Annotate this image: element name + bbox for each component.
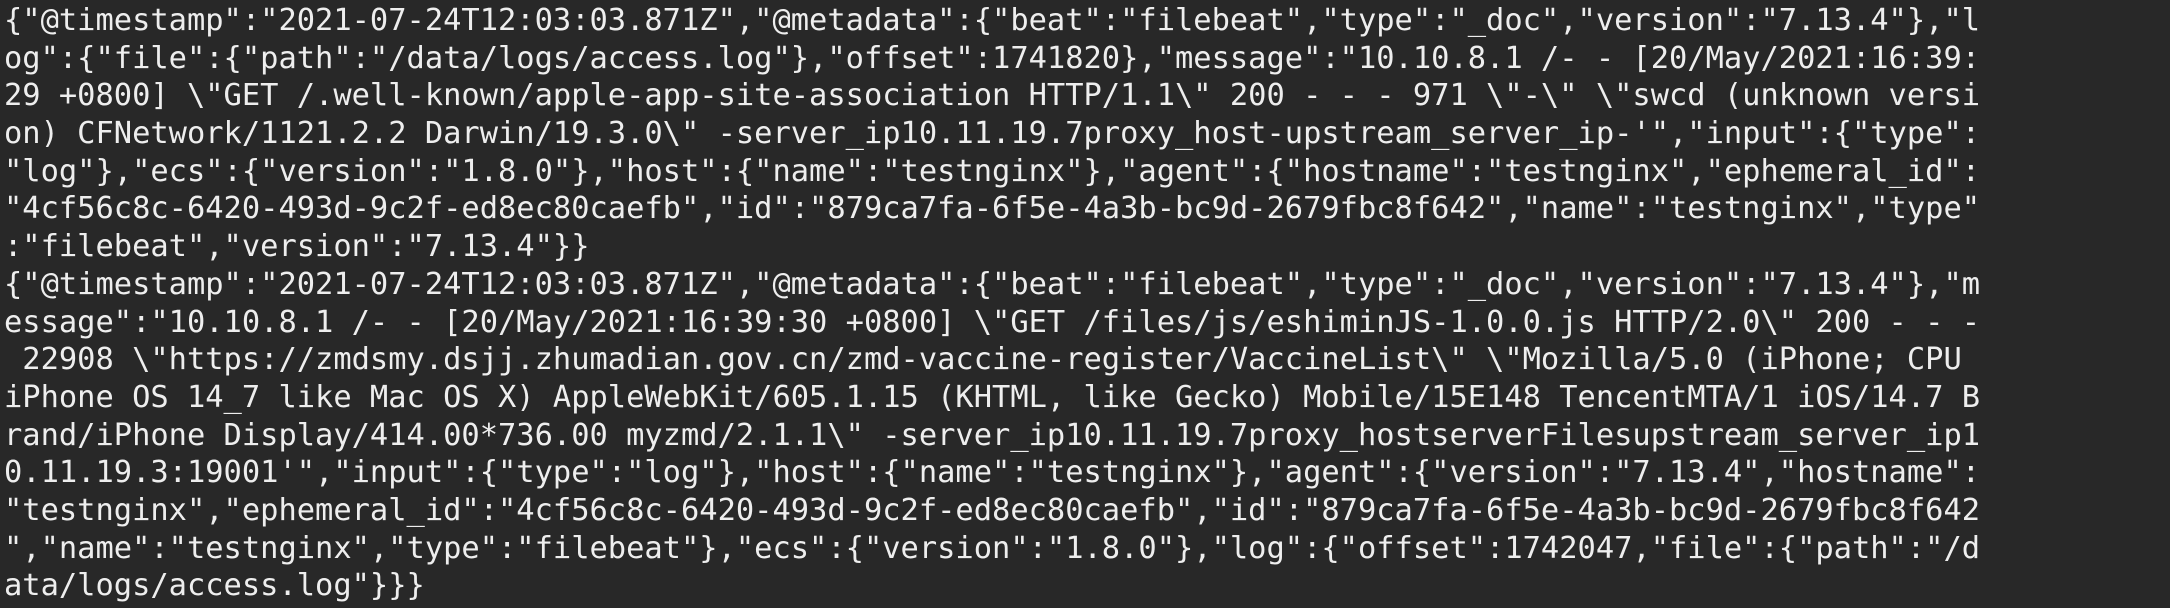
terminal-line: on) CFNetwork/1121.2.2 Darwin/19.3.0\" -… <box>4 116 1981 152</box>
terminal-line: 22908 \"https://zmdsmy.dsjj.zhumadian.go… <box>4 342 1962 378</box>
terminal-line: "4cf56c8c-6420-493d-9c2f-ed8ec80caefb","… <box>4 191 1981 227</box>
terminal-output[interactable]: {"@timestamp":"2021-07-24T12:03:03.871Z"… <box>0 0 2170 608</box>
terminal-line: :"filebeat","version":"7.13.4"}} <box>4 229 590 265</box>
terminal-line: {"@timestamp":"2021-07-24T12:03:03.871Z"… <box>4 3 1981 38</box>
terminal-line: {"@timestamp":"2021-07-24T12:03:03.871Z"… <box>4 266 1981 302</box>
terminal-line: og":{"file":{"path":"/data/logs/access.l… <box>4 40 1981 76</box>
terminal-line: iPhone OS 14_7 like Mac OS X) AppleWebKi… <box>4 379 1981 415</box>
terminal-line: ata/logs/access.log"}}} <box>4 568 425 604</box>
terminal-line: 0.11.19.3:19001'","input":{"type":"log"}… <box>4 455 1981 491</box>
terminal-line: essage":"10.10.8.1 /- - [20/May/2021:16:… <box>4 304 1981 340</box>
terminal-line: rand/iPhone Display/414.00*736.00 myzmd/… <box>4 417 1981 453</box>
terminal-line: "testnginx","ephemeral_id":"4cf56c8c-642… <box>4 492 1981 528</box>
terminal-line: "log"},"ecs":{"version":"1.8.0"},"host":… <box>4 153 1981 189</box>
terminal-line: ","name":"testnginx","type":"filebeat"},… <box>4 530 1981 566</box>
terminal-line: 29 +0800] \"GET /.well-known/apple-app-s… <box>4 78 1981 114</box>
